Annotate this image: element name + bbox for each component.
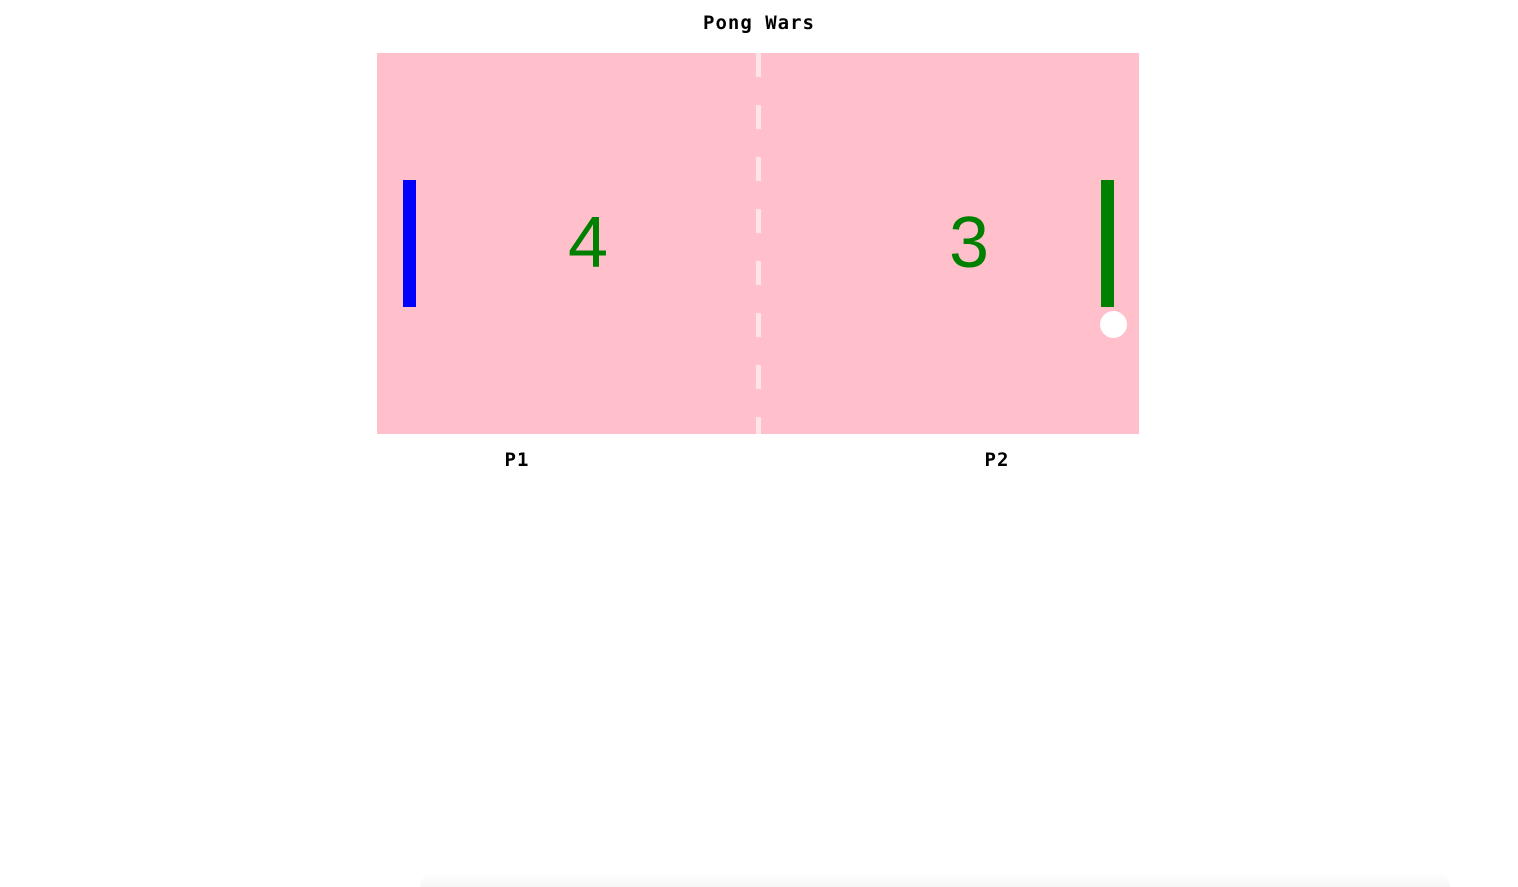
center-net-dash <box>756 157 761 181</box>
player-1-label: P1 <box>504 449 530 471</box>
ball <box>1100 311 1127 338</box>
right-paddle <box>1101 180 1114 307</box>
left-paddle <box>403 180 416 307</box>
center-net-dash <box>756 105 761 129</box>
center-net-dash <box>756 261 761 285</box>
game-board[interactable]: 4 3 <box>377 53 1139 434</box>
center-net-dash <box>756 53 761 77</box>
center-net-dash <box>756 313 761 337</box>
center-net-dash <box>756 417 761 434</box>
center-net-dash <box>756 365 761 389</box>
center-net-dash <box>756 209 761 233</box>
player-1-score: 4 <box>567 203 609 283</box>
player-2-label: P2 <box>984 449 1010 471</box>
bottom-shadow <box>420 872 1450 887</box>
player-2-score: 3 <box>948 203 990 283</box>
game-title: Pong Wars <box>703 12 815 34</box>
